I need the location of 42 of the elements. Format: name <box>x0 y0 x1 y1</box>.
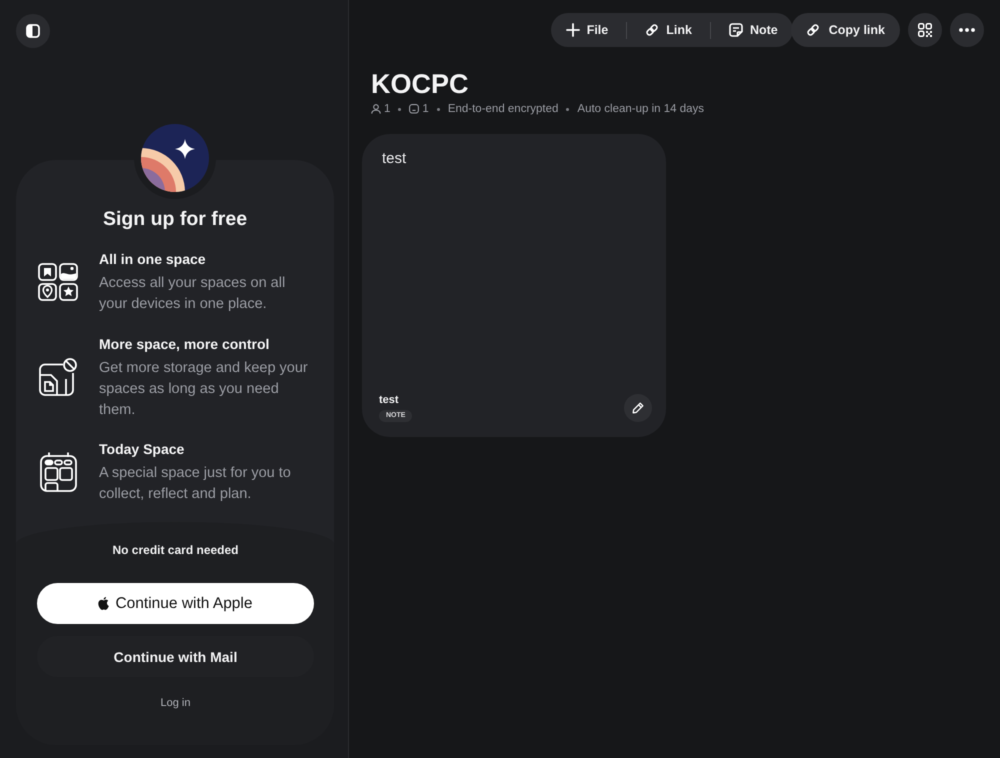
feature-title: All in one space <box>99 250 207 269</box>
separator-dot-icon <box>398 108 402 110</box>
feature-title: Today Space <box>99 440 186 459</box>
apple-icon <box>98 597 110 610</box>
separator-dot-icon <box>566 108 570 110</box>
space-title: KOCPC <box>371 68 470 100</box>
person-icon <box>371 104 381 114</box>
feature-title: More space, more control <box>99 334 270 354</box>
pencil-icon <box>632 402 644 414</box>
note-content: test <box>382 150 406 168</box>
login-link[interactable]: Log in <box>160 696 190 710</box>
apple-signin-button[interactable]: Continue with Apple <box>37 583 314 624</box>
calendar-grid-icon <box>40 452 76 492</box>
copy-link-button[interactable]: Copy link <box>790 13 900 47</box>
separator-dot-icon <box>436 108 440 110</box>
chat-icon <box>409 104 420 114</box>
add-link-button[interactable]: Link <box>645 17 692 43</box>
add-file-button[interactable]: File <box>566 17 608 43</box>
no-credit-card-note: No credit card needed <box>112 542 239 559</box>
more-icon <box>959 28 975 32</box>
add-note-button[interactable]: Note <box>728 17 778 43</box>
sidebar-toggle-button[interactable] <box>16 14 50 48</box>
note-title: test <box>379 394 399 407</box>
signup-title: Sign up for free <box>102 207 248 231</box>
comment-count: 1 <box>422 102 429 116</box>
space-info-text: End-to-end encrypted <box>448 102 558 116</box>
note-icon <box>728 23 743 37</box>
sidebar-icon <box>26 24 40 38</box>
qr-code-button[interactable] <box>908 13 942 47</box>
link-icon <box>806 23 820 37</box>
more-button[interactable] <box>950 13 984 47</box>
space-info-text: Auto clean-up in 14 days <box>577 102 704 116</box>
blocks-badge-icon <box>39 358 77 396</box>
feature-description: Access all your spaces on all your devices in one place. <box>99 274 286 314</box>
link-icon <box>645 23 660 37</box>
edit-button[interactable] <box>624 394 652 422</box>
apps-grid-icon <box>38 263 78 301</box>
qr-code-icon <box>918 23 932 37</box>
member-count: 1 <box>384 102 390 116</box>
feature-description: Get more storage and keep your spaces as long as you need them. <box>99 358 309 420</box>
plus-icon <box>566 23 580 37</box>
feature-description: A special space just for you to collect, reflect and plan. <box>99 464 292 504</box>
